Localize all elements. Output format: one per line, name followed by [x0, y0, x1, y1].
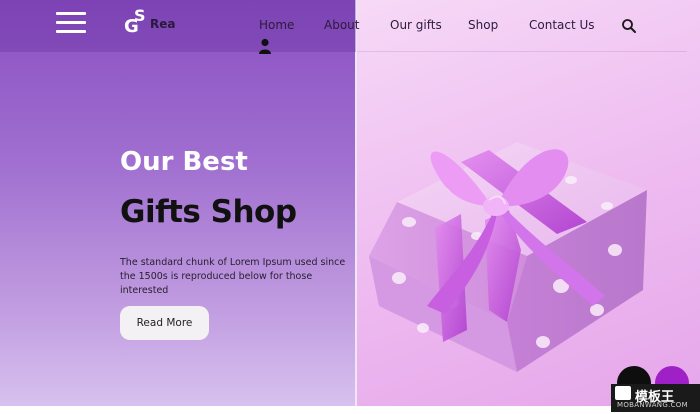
logo-text: Rea [150, 17, 176, 31]
hero-description: The standard chunk of Lorem Ipsum used s… [120, 257, 346, 296]
nav-item-our-gifts[interactable]: Our gifts [390, 18, 442, 32]
watermark-badge: 模板王 MOBANWANG.COM [611, 384, 700, 412]
hero-heading-line2: Gifts Shop [120, 194, 297, 230]
logo-mark: GS [124, 6, 146, 37]
user-icon[interactable] [258, 38, 272, 54]
brand-logo[interactable]: GS Rea [124, 6, 184, 40]
header-underline [357, 51, 687, 52]
watermark-logo-icon [615, 386, 631, 400]
menu-icon[interactable] [56, 12, 86, 34]
nav-item-shop[interactable]: Shop [468, 18, 498, 32]
hero-heading-line1: Our Best [120, 147, 248, 177]
gift-box-image [369, 142, 647, 372]
watermark-url: MOBANWANG.COM [617, 401, 688, 409]
nav-item-contact-us[interactable]: Contact Us [529, 18, 595, 32]
bottom-strip [0, 406, 700, 414]
nav-item-home[interactable]: Home [259, 18, 294, 32]
search-icon[interactable] [621, 18, 637, 34]
nav-item-about[interactable]: About [324, 18, 359, 32]
read-more-button[interactable]: Read More [120, 306, 209, 340]
